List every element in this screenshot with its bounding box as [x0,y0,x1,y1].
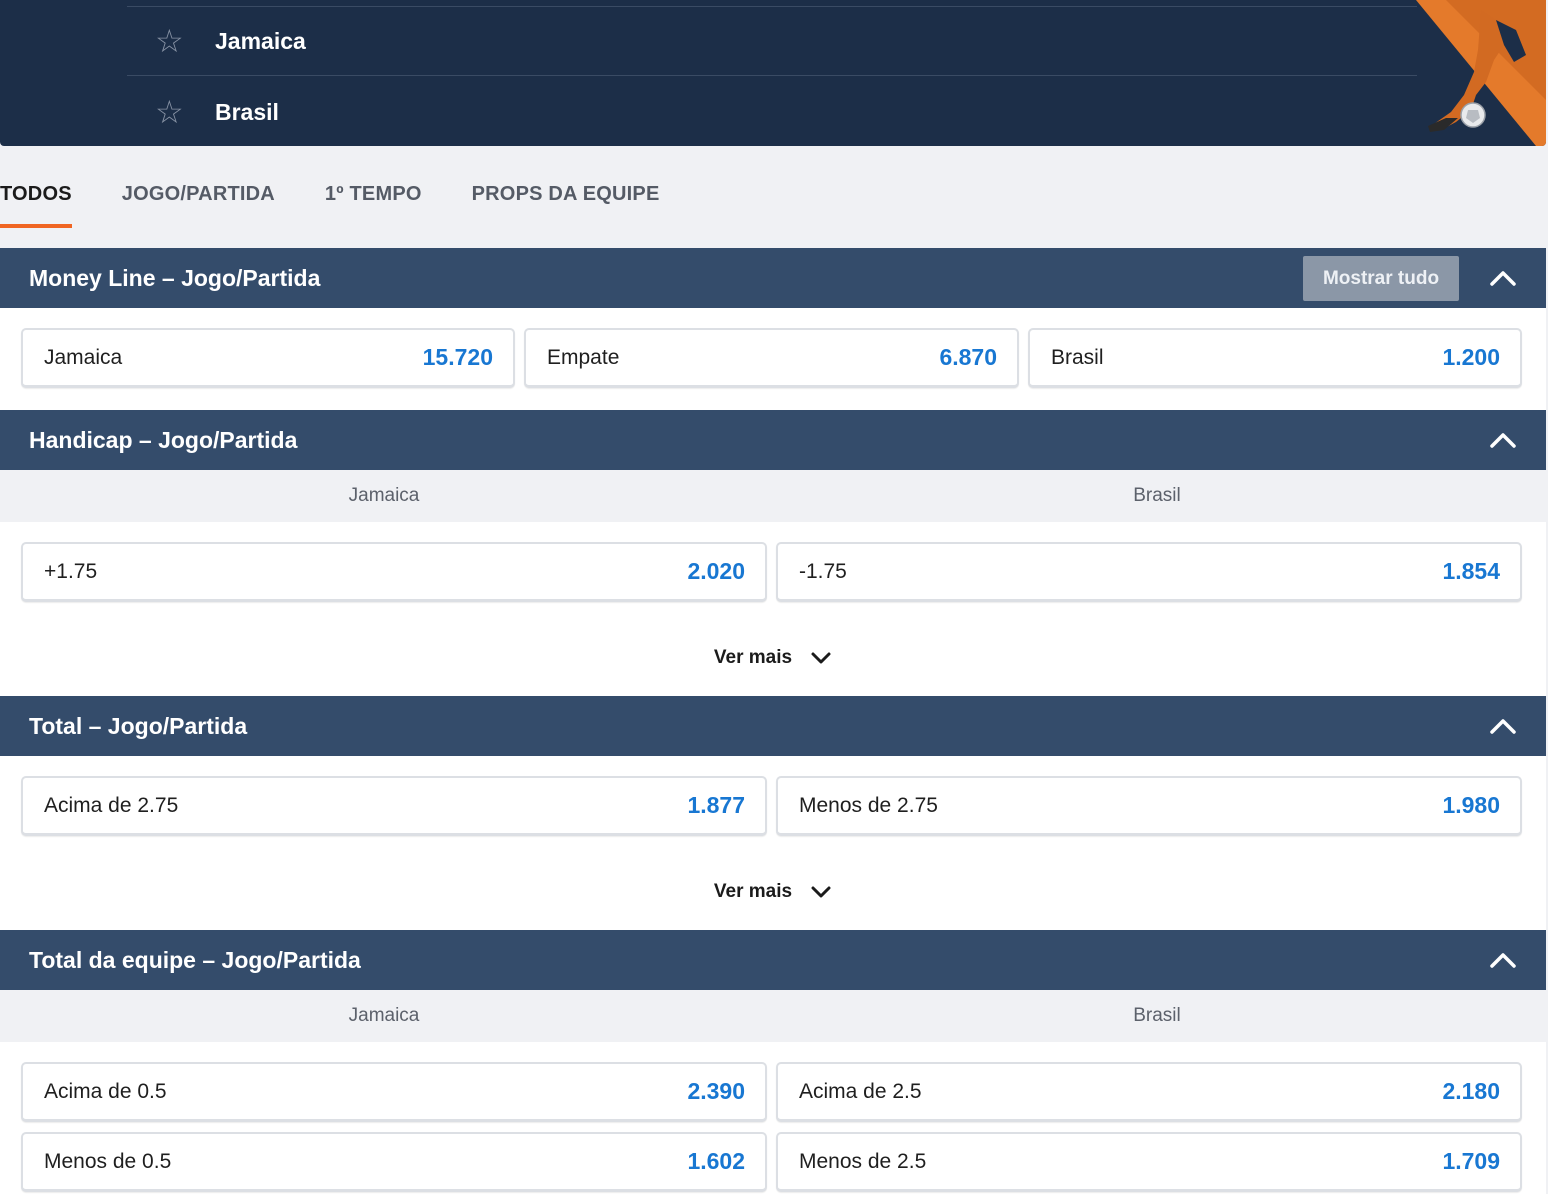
team-name-home: Jamaica [215,27,306,54]
column-header-home: Jamaica [348,1005,420,1026]
section-body-total: Acima de 2.75 1.877 Menos de 2.75 1.980 … [0,756,1546,930]
section-title: Handicap – Jogo/Partida [29,426,298,453]
event-header: ☆ Jamaica ☆ Brasil [0,0,1546,146]
odd-label: Acima de 2.5 [799,1079,922,1103]
chevron-up-icon[interactable] [1488,948,1518,972]
section-body-handicap: Jamaica Brasil +1.75 2.020 -1.75 1.854 V… [0,470,1546,696]
odd-label: Empate [547,345,620,369]
team-row-away: ☆ Brasil [127,77,1417,146]
column-header-away: Brasil [1133,485,1181,506]
odd-button-under[interactable]: Menos de 2.75 1.980 [776,776,1522,836]
odd-button-away[interactable]: Brasil 1.200 [1028,328,1522,388]
column-header-home: Jamaica [348,485,420,506]
section-header-team-total[interactable]: Total da equipe – Jogo/Partida [0,930,1546,990]
odd-label: Jamaica [44,345,123,369]
section-header-moneyline[interactable]: Money Line – Jogo/Partida Mostrar tudo [0,248,1546,308]
section-title: Total – Jogo/Partida [29,712,248,739]
odd-price: 1.602 [687,1148,745,1174]
odd-price: 2.390 [687,1078,745,1104]
odd-label: -1.75 [799,559,847,583]
tab-props-da-equipe[interactable]: PROPS DA EQUIPE [472,160,660,228]
show-all-button[interactable]: Mostrar tudo [1303,256,1459,301]
odd-label: +1.75 [44,559,98,583]
odd-button-handicap-home[interactable]: +1.75 2.020 [21,542,767,602]
ver-mais-label: Ver mais [713,647,793,668]
odd-label: Acima de 0.5 [44,1079,167,1103]
odd-button-over[interactable]: Acima de 2.75 1.877 [21,776,767,836]
chevron-down-icon [811,886,831,898]
odd-label: Menos de 0.5 [44,1149,172,1173]
odd-label: Menos de 2.5 [799,1149,927,1173]
odd-label: Menos de 2.75 [799,793,938,817]
section-body-moneyline: Jamaica 15.720 Empate 6.870 Brasil 1.200 [0,308,1546,410]
column-header-away: Brasil [1133,1005,1181,1026]
odd-price: 1.854 [1442,558,1500,584]
odd-price: 6.870 [939,344,997,370]
column-headers: Jamaica Brasil [0,990,1546,1042]
chevron-up-icon[interactable] [1488,714,1518,738]
odd-price: 1.709 [1442,1148,1500,1174]
tab-todos[interactable]: TODOS [0,160,72,228]
odd-price: 1.200 [1442,344,1500,370]
chevron-up-icon[interactable] [1488,266,1518,290]
team-name-away: Brasil [215,98,279,125]
section-title: Total da equipe – Jogo/Partida [29,946,361,973]
odd-label: Acima de 2.75 [44,793,179,817]
odd-button-home[interactable]: Jamaica 15.720 [21,328,515,388]
chevron-up-icon[interactable] [1488,428,1518,452]
section-header-total[interactable]: Total – Jogo/Partida [0,696,1546,756]
section-body-team-total: Jamaica Brasil Acima de 0.5 2.390 Acima … [0,990,1546,1194]
market-tabs: TODOS JOGO/PARTIDA 1º TEMPO PROPS DA EQU… [0,160,709,228]
odd-label: Brasil [1051,345,1104,369]
odd-button-away-over[interactable]: Acima de 2.5 2.180 [776,1062,1522,1122]
odd-price: 15.720 [422,344,493,370]
section-title: Money Line – Jogo/Partida [29,264,321,291]
odd-button-draw[interactable]: Empate 6.870 [524,328,1019,388]
ver-mais-label: Ver mais [713,881,793,902]
favorite-star-icon[interactable]: ☆ [127,96,215,128]
tab-1-tempo[interactable]: 1º TEMPO [325,160,422,228]
odd-button-home-over[interactable]: Acima de 0.5 2.390 [21,1062,767,1122]
tab-jogo-partida[interactable]: JOGO/PARTIDA [122,160,275,228]
chevron-down-icon [811,652,831,664]
odd-button-home-under[interactable]: Menos de 0.5 1.602 [21,1132,767,1192]
odd-price: 1.980 [1442,792,1500,818]
soccer-player-banner-icon [1416,0,1546,146]
team-row-home: ☆ Jamaica [127,6,1417,76]
ver-mais-button[interactable]: Ver mais [0,638,1546,678]
odd-price: 1.877 [687,792,745,818]
column-headers: Jamaica Brasil [0,470,1546,522]
odd-button-handicap-away[interactable]: -1.75 1.854 [776,542,1522,602]
odd-price: 2.180 [1442,1078,1500,1104]
ver-mais-button[interactable]: Ver mais [0,872,1546,912]
odd-price: 2.020 [687,558,745,584]
odd-button-away-under[interactable]: Menos de 2.5 1.709 [776,1132,1522,1192]
section-header-handicap[interactable]: Handicap – Jogo/Partida [0,410,1546,470]
favorite-star-icon[interactable]: ☆ [127,25,215,57]
